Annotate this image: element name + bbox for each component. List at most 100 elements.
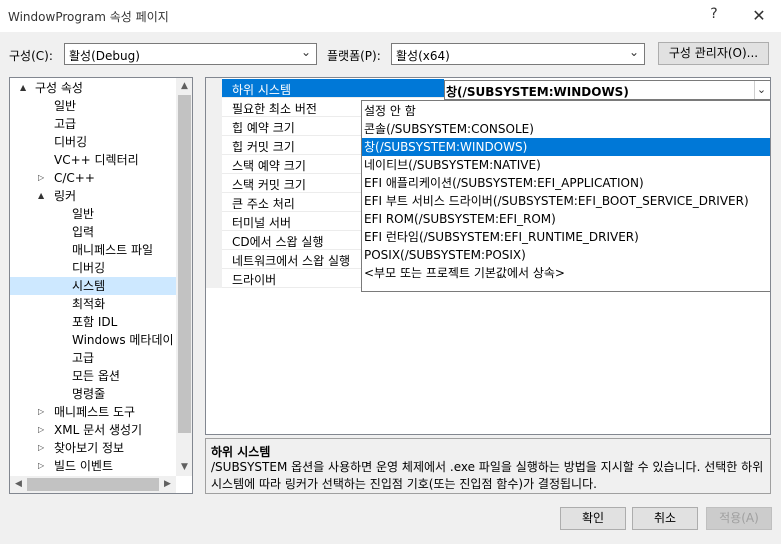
tree-item[interactable]: ▲ 링커 [10,187,176,205]
tree-item-label: 매니페스트 파일 [72,243,154,257]
window-title: WindowProgram 속성 페이지 [8,10,169,24]
dropdown-option[interactable]: POSIX(/SUBSYSTEM:POSIX) [362,246,770,264]
subsystem-value: 창(/SUBSYSTEM:WINDOWS) [446,85,629,99]
scroll-thumb[interactable] [178,95,191,433]
config-label: 구성(C): [9,49,53,63]
tree-item[interactable]: ▷ 찾아보기 정보 [10,439,176,457]
tree-item[interactable]: ▷ XML 문서 생성기 [10,421,176,439]
title-bar: WindowProgram 속성 페이지 ? ✕ [0,0,781,32]
property-name: 큰 주소 처리 [232,197,295,211]
chevron-down-icon: ⌄ [628,45,640,59]
property-name: 네트워크에서 스왑 실행 [232,254,351,268]
subsystem-value-field[interactable]: 창(/SUBSYSTEM:WINDOWS) ⌄ [444,80,770,100]
tree-item-label: XML 문서 생성기 [54,423,143,437]
grid-gutter [206,78,222,288]
property-name: 힙 예약 크기 [232,121,295,135]
tree-item-label: VC++ 디렉터리 [54,153,139,167]
tree-item[interactable]: 시스템 [10,277,176,295]
apply-button[interactable]: 적용(A) [706,507,772,530]
tree-item[interactable]: 일반 [10,97,176,115]
tree-item[interactable]: 명령줄 [10,385,176,403]
property-name: 스택 커밋 크기 [232,178,306,192]
collapsed-arrow-icon[interactable]: ▷ [38,439,44,457]
dropdown-option[interactable]: EFI 애플리케이션(/SUBSYSTEM:EFI_APPLICATION) [362,174,770,192]
tree-item[interactable]: ▷ 매니페스트 도구 [10,403,176,421]
tree-item-label: 구성 속성 [35,81,83,95]
description-text: /SUBSYSTEM 옵션을 사용하면 운영 체제에서 .exe 파일을 실행하… [211,460,764,491]
help-icon[interactable]: ? [706,6,722,22]
tree-item-label: 일반 [72,207,95,221]
tree-item[interactable]: ▲ 구성 속성 [10,79,176,97]
dropdown-option[interactable]: EFI ROM(/SUBSYSTEM:EFI_ROM) [362,210,770,228]
tree-item-label: 일반 [54,99,77,113]
tree-item-label: 명령줄 [72,387,106,401]
property-tree[interactable]: ▲ 구성 속성 일반 고급 디버깅 VC++ 디렉터리 ▷ C/C++ ▲ 링커 일반 입력 매니페스트… [9,77,193,494]
tree-item[interactable]: 모든 옵션 [10,367,176,385]
config-manager-button[interactable]: 구성 관리자(O)... [658,42,769,65]
tree-item[interactable]: 디버깅 [10,259,176,277]
collapsed-arrow-icon[interactable]: ▷ [38,421,44,439]
description-panel: 하위 시스템 /SUBSYSTEM 옵션을 사용하면 운영 체제에서 .exe … [205,438,771,494]
scroll-left-icon[interactable]: ◀ [10,476,27,493]
property-name: CD에서 스왑 실행 [232,235,324,249]
tree-item-label: 찾아보기 정보 [54,441,125,455]
tree-item[interactable]: 최적화 [10,295,176,313]
tree-item[interactable]: 매니페스트 파일 [10,241,176,259]
property-name: 스택 예약 크기 [232,159,306,173]
ok-button[interactable]: 확인 [560,507,626,530]
tree-item[interactable]: 일반 [10,205,176,223]
chevron-down-icon[interactable]: ⌄ [754,81,768,99]
description-title: 하위 시스템 [211,445,271,459]
tree-item[interactable]: 디버깅 [10,133,176,151]
dropdown-option[interactable]: 네이티브(/SUBSYSTEM:NATIVE) [362,156,770,174]
tree-item-label: 모든 옵션 [72,369,120,383]
cancel-button[interactable]: 취소 [632,507,698,530]
scroll-up-icon[interactable]: ▲ [176,78,192,95]
tree-item[interactable]: VC++ 디렉터리 [10,151,176,169]
tree-item[interactable]: Windows 메타데이 [10,331,176,349]
expanded-arrow-icon[interactable]: ▲ [20,79,26,97]
dropdown-option[interactable]: 콘솔(/SUBSYSTEM:CONSOLE) [362,120,770,138]
dropdown-option[interactable]: 창(/SUBSYSTEM:WINDOWS) [362,138,770,156]
tree-vertical-scrollbar[interactable]: ▲ ▼ [176,78,192,476]
dropdown-option[interactable]: EFI 부트 서비스 드라이버(/SUBSYSTEM:EFI_BOOT_SERV… [362,192,770,210]
property-name: 하위 시스템 [232,83,292,97]
tree-item[interactable]: 입력 [10,223,176,241]
tree-item[interactable]: ▷ C/C++ [10,169,176,187]
platform-value: 활성(x64) [396,49,450,63]
expanded-arrow-icon[interactable]: ▲ [38,187,44,205]
property-grid: 하위 시스템 필요한 최소 버전 힙 예약 크기 힙 커밋 크기 스택 예약 크기 스택 … [205,77,771,435]
tree-item-label: 매니페스트 도구 [54,405,136,419]
tree-item[interactable]: ▷ 빌드 이벤트 [10,457,176,475]
dropdown-option[interactable]: 설정 안 함 [362,102,770,120]
dropdown-option[interactable]: EFI 런타임(/SUBSYSTEM:EFI_RUNTIME_DRIVER) [362,228,770,246]
platform-combo[interactable]: 활성(x64) ⌄ [391,43,645,65]
tree-item-label: 고급 [54,117,77,131]
property-name: 힙 커밋 크기 [232,140,295,154]
collapsed-arrow-icon[interactable]: ▷ [38,457,44,475]
tree-item[interactable]: 고급 [10,349,176,367]
tree-item-label: Windows 메타데이 [72,333,174,347]
scroll-down-icon[interactable]: ▼ [176,459,192,476]
close-icon[interactable]: ✕ [745,4,773,28]
collapsed-arrow-icon[interactable]: ▷ [38,169,44,187]
tree-item-label: 빌드 이벤트 [54,459,114,473]
tree-item-label: 시스템 [72,279,106,293]
collapsed-arrow-icon[interactable]: ▷ [38,403,44,421]
tree-item-label: 포함 IDL [72,315,118,329]
tree-item-label: C/C++ [54,171,95,185]
config-combo[interactable]: 활성(Debug) ⌄ [64,43,317,65]
tree-item-label: 디버깅 [72,261,106,275]
tree-item[interactable]: 포함 IDL [10,313,176,331]
tree-item-label: 링커 [54,189,77,203]
scroll-right-icon[interactable]: ▶ [159,476,176,493]
chevron-down-icon: ⌄ [300,45,312,59]
config-value: 활성(Debug) [69,49,140,63]
scroll-thumb[interactable] [27,478,159,491]
subsystem-dropdown-list[interactable]: 설정 안 함 콘솔(/SUBSYSTEM:CONSOLE) 창(/SUBSYSTEM… [361,100,770,292]
tree-item-label: 고급 [72,351,95,365]
tree-item-label: 디버깅 [54,135,88,149]
tree-horizontal-scrollbar[interactable]: ◀ ▶ [10,476,176,493]
tree-item[interactable]: 고급 [10,115,176,133]
dropdown-option[interactable]: <부모 또는 프로젝트 기본값에서 상속> [362,264,770,282]
